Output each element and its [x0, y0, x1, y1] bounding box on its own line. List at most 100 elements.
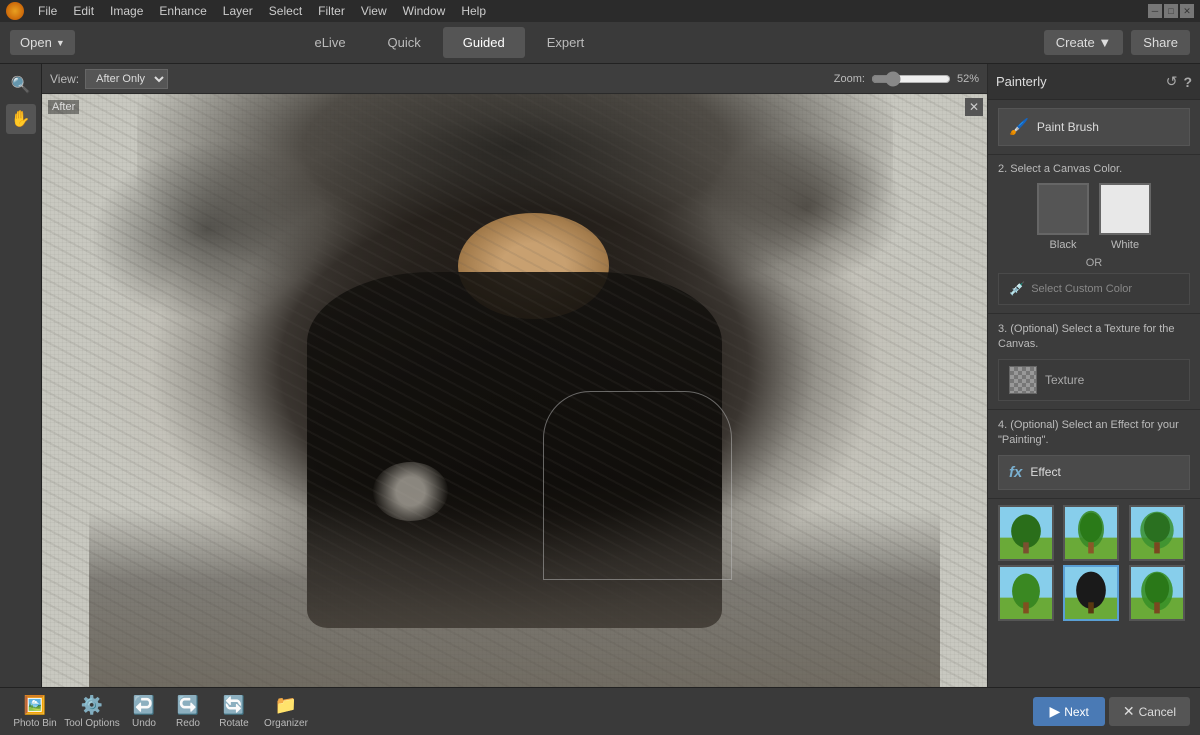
canvas-container: After ✕ [42, 94, 987, 687]
or-divider: OR [998, 257, 1190, 269]
painted-canvas [42, 94, 987, 687]
menu-edit[interactable]: Edit [65, 2, 102, 20]
tab-bar: eLive Quick Guided Expert [294, 27, 604, 58]
step3-section: 3. (Optional) Select a Texture for the C… [988, 314, 1200, 410]
menu-filter[interactable]: Filter [310, 2, 353, 20]
texture-label: Texture [1045, 373, 1084, 387]
tab-quick[interactable]: Quick [368, 27, 441, 58]
menu-window[interactable]: Window [395, 2, 454, 20]
tab-elive[interactable]: eLive [294, 27, 365, 58]
menu-help[interactable]: Help [453, 2, 494, 20]
black-color-container: Black [1037, 183, 1089, 251]
view-bar: View: After Only Zoom: 52% [42, 64, 987, 94]
rotate-icon: 🔄 [223, 695, 245, 716]
close-canvas-button[interactable]: ✕ [965, 98, 983, 116]
open-dropdown-icon: ▼ [56, 38, 65, 48]
effect-tree-3-svg [1131, 507, 1183, 559]
hand-tool[interactable]: ✋ [6, 104, 36, 134]
rotate-tool[interactable]: 🔄 Rotate [212, 695, 256, 729]
step1-label: Paint Brush [1037, 120, 1099, 134]
panel-help-button[interactable]: ? [1183, 74, 1192, 90]
tab-expert[interactable]: Expert [527, 27, 605, 58]
tool-options-icon: ⚙️ [81, 695, 103, 716]
effect-tree-6-svg [1131, 567, 1183, 619]
cancel-label: Cancel [1139, 705, 1176, 719]
panel-refresh-button[interactable]: ↺ [1166, 73, 1178, 90]
create-button[interactable]: Create ▼ [1044, 30, 1124, 55]
texture-button[interactable]: Texture [998, 359, 1190, 401]
open-label: Open [20, 35, 52, 50]
menu-select[interactable]: Select [261, 2, 310, 20]
brush-icon: 🖌️ [1009, 117, 1029, 137]
zoom-tool[interactable]: 🔍 [6, 70, 36, 100]
custom-color-button[interactable]: 💉 Select Custom Color [998, 273, 1190, 305]
view-label: View: [50, 72, 79, 86]
effect-label: Effect [1030, 465, 1060, 479]
next-label: Next [1064, 705, 1089, 719]
step2-section: 2. Select a Canvas Color. Black White OR… [988, 155, 1200, 314]
cancel-button[interactable]: ✕ Cancel [1109, 697, 1190, 726]
white-color-swatch[interactable] [1099, 183, 1151, 235]
organizer-icon: 📁 [275, 695, 297, 716]
texture-thumbnail [1009, 366, 1037, 394]
effect-thumb-5[interactable] [1063, 565, 1119, 621]
effect-button[interactable]: fx Effect [998, 455, 1190, 490]
next-arrow-icon: ▶ [1049, 703, 1060, 720]
black-color-swatch[interactable] [1037, 183, 1089, 235]
step4-label: 4. (Optional) Select an Effect for your … [998, 418, 1190, 449]
undo-tool[interactable]: ↩️ Undo [124, 695, 164, 729]
left-toolbar: 🔍 ✋ [0, 64, 42, 687]
step1-section: 🖌️ Paint Brush [988, 100, 1200, 155]
effect-tree-4-svg [1000, 567, 1052, 619]
effect-thumb-3[interactable] [1129, 505, 1185, 561]
menu-image[interactable]: Image [102, 2, 151, 20]
effect-thumb-4[interactable] [998, 565, 1054, 621]
photo-bin-icon: 🖼️ [24, 695, 46, 716]
zoom-slider[interactable] [871, 71, 951, 87]
redo-tool[interactable]: ↪️ Redo [168, 695, 208, 729]
fx-icon: fx [1009, 464, 1022, 481]
view-select[interactable]: After Only [85, 69, 168, 89]
zoom-label: Zoom: [834, 73, 865, 85]
next-button[interactable]: ▶ Next [1033, 697, 1104, 726]
menu-enhance[interactable]: Enhance [151, 2, 214, 20]
menu-bar: File Edit Image Enhance Layer Select Fil… [0, 0, 1200, 22]
undo-label: Undo [132, 718, 156, 729]
tool-options-tool[interactable]: ⚙️ Tool Options [64, 695, 120, 729]
organizer-tool[interactable]: 📁 Organizer [260, 695, 312, 729]
step2-label: 2. Select a Canvas Color. [998, 163, 1190, 175]
rotate-label: Rotate [219, 718, 248, 729]
maximize-button[interactable]: □ [1164, 4, 1178, 18]
step3-label: 3. (Optional) Select a Texture for the C… [998, 322, 1190, 353]
cancel-x-icon: ✕ [1123, 703, 1135, 720]
top-bar: Open ▼ eLive Quick Guided Expert Create … [0, 22, 1200, 64]
effect-thumb-6[interactable] [1129, 565, 1185, 621]
hand-icon: ✋ [11, 109, 31, 129]
panel-title: Painterly [996, 74, 1160, 89]
zoom-percent: 52% [957, 73, 979, 85]
zoom-icon: 🔍 [11, 75, 31, 95]
paint-brush-button[interactable]: 🖌️ Paint Brush [998, 108, 1190, 146]
app-logo [6, 2, 24, 20]
close-button[interactable]: ✕ [1180, 4, 1194, 18]
tool-options-label: Tool Options [64, 718, 120, 729]
canvas-label: After [48, 100, 79, 114]
black-color-label: Black [1050, 239, 1077, 251]
effect-thumb-1[interactable] [998, 505, 1054, 561]
menu-view[interactable]: View [353, 2, 395, 20]
open-button[interactable]: Open ▼ [10, 30, 75, 55]
share-button[interactable]: Share [1131, 30, 1190, 55]
effect-tree-2-svg [1065, 507, 1117, 559]
redo-label: Redo [176, 718, 200, 729]
menu-file[interactable]: File [30, 2, 65, 20]
photo-bin-tool[interactable]: 🖼️ Photo Bin [10, 695, 60, 729]
main-area: 🔍 ✋ View: After Only Zoom: 52% After ✕ [0, 64, 1200, 687]
tab-guided[interactable]: Guided [443, 27, 525, 58]
effect-thumbnails-grid [988, 499, 1200, 627]
menu-layer[interactable]: Layer [215, 2, 261, 20]
minimize-button[interactable]: ─ [1148, 4, 1162, 18]
redo-icon: ↪️ [177, 695, 199, 716]
effect-tree-5-svg [1065, 567, 1117, 619]
effect-thumb-2[interactable] [1063, 505, 1119, 561]
bottom-bar: 🖼️ Photo Bin ⚙️ Tool Options ↩️ Undo ↪️ … [0, 687, 1200, 735]
